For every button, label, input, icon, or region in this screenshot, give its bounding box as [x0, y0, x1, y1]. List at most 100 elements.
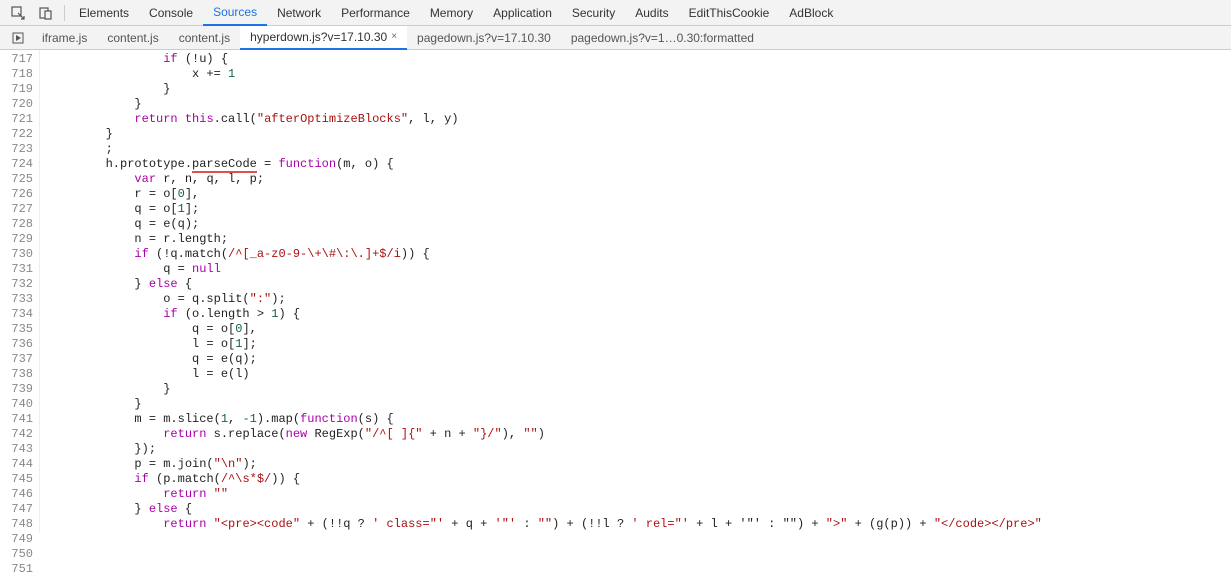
line-number: 749 — [0, 532, 33, 547]
divider — [64, 5, 65, 21]
line-number: 737 — [0, 352, 33, 367]
inspect-icon[interactable] — [10, 5, 26, 21]
line-number: 734 — [0, 307, 33, 322]
code-line: o = q.split(":"); — [48, 292, 1231, 307]
file-tab-label: content.js — [107, 31, 158, 45]
panel-tab-elements[interactable]: Elements — [69, 0, 139, 26]
line-number: 747 — [0, 502, 33, 517]
code-line: if (!q.match(/^[_a-z0-9-\+\#\:\.]+$/i)) … — [48, 247, 1231, 262]
line-number: 720 — [0, 97, 33, 112]
panel-tab-audits[interactable]: Audits — [625, 0, 678, 26]
code-line: x += 1 — [48, 67, 1231, 82]
code-line: if (!u) { — [48, 52, 1231, 67]
panel-tab-adblock[interactable]: AdBlock — [779, 0, 843, 26]
file-tab-label: hyperdown.js?v=17.10.30 — [250, 30, 387, 44]
code-line: q = e(q); — [48, 217, 1231, 232]
code-line: q = null — [48, 262, 1231, 277]
line-number: 745 — [0, 472, 33, 487]
line-number: 726 — [0, 187, 33, 202]
file-tab[interactable]: pagedown.js?v=1…0.30:formatted — [561, 26, 764, 50]
line-number: 739 — [0, 382, 33, 397]
line-number: 738 — [0, 367, 33, 382]
line-number: 733 — [0, 292, 33, 307]
line-number: 751 — [0, 562, 33, 577]
line-number: 718 — [0, 67, 33, 82]
code-line: return s.replace(new RegExp("/^[ ]{" + n… — [48, 427, 1231, 442]
panel-tab-network[interactable]: Network — [267, 0, 331, 26]
code-line: } else { — [48, 502, 1231, 517]
line-number: 723 — [0, 142, 33, 157]
line-number: 736 — [0, 337, 33, 352]
file-tab-label: iframe.js — [42, 31, 87, 45]
devtools-toolbar: ElementsConsoleSourcesNetworkPerformance… — [0, 0, 1231, 26]
code-line: var r, n, q, l, p; — [48, 172, 1231, 187]
line-number: 717 — [0, 52, 33, 67]
code-line: h.prototype.parseCode = function(m, o) { — [48, 157, 1231, 172]
line-number: 721 — [0, 112, 33, 127]
line-number: 740 — [0, 397, 33, 412]
line-number: 719 — [0, 82, 33, 97]
line-number: 725 — [0, 172, 33, 187]
code-line: return this.call("afterOptimizeBlocks", … — [48, 112, 1231, 127]
file-tab[interactable]: content.js — [169, 26, 240, 50]
file-tab-label: content.js — [179, 31, 230, 45]
code-line: l = e(l) — [48, 367, 1231, 382]
line-number: 748 — [0, 517, 33, 532]
code-line: ; — [48, 142, 1231, 157]
code-line: }); — [48, 442, 1231, 457]
panel-tab-console[interactable]: Console — [139, 0, 203, 26]
line-number: 727 — [0, 202, 33, 217]
close-icon[interactable]: × — [391, 31, 397, 42]
code-line: q = e(q); — [48, 352, 1231, 367]
file-tab[interactable]: hyperdown.js?v=17.10.30 × — [240, 26, 407, 50]
file-tab-strip: iframe.js content.js content.js hyperdown.j… — [0, 26, 1231, 50]
line-number: 729 — [0, 232, 33, 247]
line-number: 744 — [0, 457, 33, 472]
line-number-gutter: 7177187197207217227237247257267277287297… — [0, 50, 40, 533]
file-tab-label: pagedown.js?v=17.10.30 — [417, 31, 551, 45]
panel-tab-editthiscookie[interactable]: EditThisCookie — [679, 0, 780, 26]
code-line: } — [48, 97, 1231, 112]
line-number: 750 — [0, 547, 33, 562]
resume-icon[interactable] — [10, 30, 26, 46]
file-tab-label: pagedown.js?v=1…0.30:formatted — [571, 31, 754, 45]
line-number: 730 — [0, 247, 33, 262]
file-tab[interactable]: pagedown.js?v=17.10.30 — [407, 26, 561, 50]
code-line: } — [48, 82, 1231, 97]
file-tab[interactable]: iframe.js — [32, 26, 97, 50]
line-number: 722 — [0, 127, 33, 142]
code-line: return "" — [48, 487, 1231, 502]
code-line: p = m.join("\n"); — [48, 457, 1231, 472]
panel-tab-performance[interactable]: Performance — [331, 0, 420, 26]
panel-tab-security[interactable]: Security — [562, 0, 625, 26]
code-line: n = r.length; — [48, 232, 1231, 247]
code-line: r = o[0], — [48, 187, 1231, 202]
code-line: } else { — [48, 277, 1231, 292]
code-line: l = o[1]; — [48, 337, 1231, 352]
line-number: 735 — [0, 322, 33, 337]
line-number: 743 — [0, 442, 33, 457]
line-number: 731 — [0, 262, 33, 277]
panel-tab-memory[interactable]: Memory — [420, 0, 483, 26]
code-line: } — [48, 382, 1231, 397]
panel-tab-sources[interactable]: Sources — [203, 0, 267, 26]
code-content[interactable]: if (!u) { x += 1 } } return this.call("a… — [40, 50, 1231, 533]
file-tab[interactable]: content.js — [97, 26, 168, 50]
code-line: q = o[1]; — [48, 202, 1231, 217]
line-number: 724 — [0, 157, 33, 172]
code-line: if (o.length > 1) { — [48, 307, 1231, 322]
line-number: 741 — [0, 412, 33, 427]
device-toggle-icon[interactable] — [38, 5, 54, 21]
code-line: } — [48, 397, 1231, 412]
line-number: 728 — [0, 217, 33, 232]
line-number: 732 — [0, 277, 33, 292]
panel-tab-application[interactable]: Application — [483, 0, 562, 26]
code-editor[interactable]: 7177187197207217227237247257267277287297… — [0, 50, 1231, 533]
line-number: 742 — [0, 427, 33, 442]
code-line: return "<pre><code" + (!!q ? ' class="' … — [48, 517, 1231, 532]
code-line: m = m.slice(1, -1).map(function(s) { — [48, 412, 1231, 427]
code-line: if (p.match(/^\s*$/)) { — [48, 472, 1231, 487]
line-number: 746 — [0, 487, 33, 502]
code-line: } — [48, 127, 1231, 142]
code-line: q = o[0], — [48, 322, 1231, 337]
